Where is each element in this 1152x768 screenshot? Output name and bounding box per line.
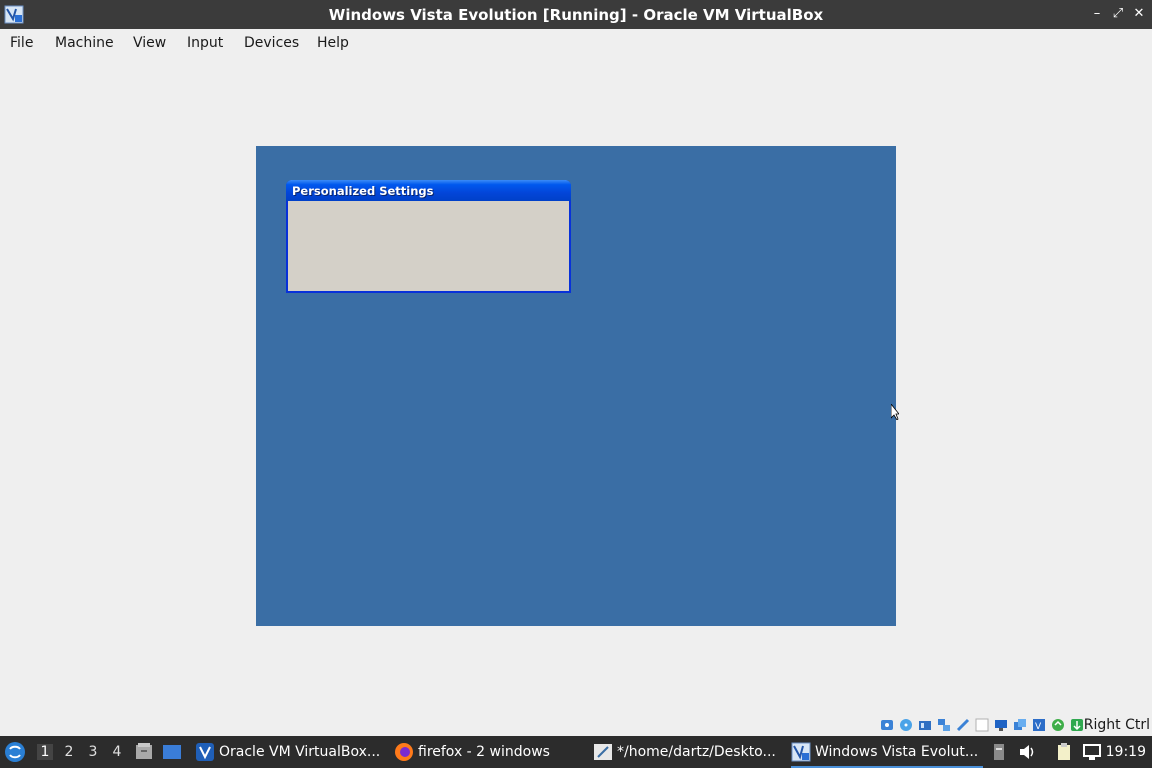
- host-key-label: Right Ctrl: [1083, 717, 1150, 733]
- video-capture-icon[interactable]: [1013, 718, 1027, 732]
- task-text-editor[interactable]: */home/dartz/Deskto...: [593, 736, 785, 768]
- menu-input[interactable]: Input: [187, 35, 223, 51]
- hard-disk-icon[interactable]: [880, 718, 894, 732]
- usb-icon[interactable]: [956, 718, 970, 732]
- task-firefox[interactable]: firefox - 2 windows: [394, 736, 584, 768]
- virtualbox-vm-icon: [791, 742, 811, 762]
- task-label: */home/dartz/Deskto...: [617, 744, 776, 760]
- workspace-3[interactable]: 3: [85, 744, 101, 760]
- taskbar: 1 2 3 4 Oracle VM VirtualBox... firefox …: [0, 736, 1152, 768]
- clipboard-icon[interactable]: [1054, 742, 1074, 762]
- storage-tray-icon[interactable]: [989, 742, 1009, 762]
- personalized-settings-dialog[interactable]: Personalized Settings: [286, 180, 571, 293]
- task-label: Windows Vista Evolut...: [815, 744, 979, 760]
- optical-drive-icon[interactable]: [899, 718, 913, 732]
- window-titlebar[interactable]: Windows Vista Evolution [Running] - Orac…: [0, 0, 1152, 29]
- dialog-body: [288, 201, 569, 291]
- task-label: firefox - 2 windows: [418, 744, 550, 760]
- dialog-title[interactable]: Personalized Settings: [286, 180, 571, 201]
- virtualization-icon[interactable]: V: [1032, 718, 1046, 732]
- volume-icon[interactable]: [1017, 742, 1037, 762]
- menu-help[interactable]: Help: [317, 35, 349, 51]
- firefox-icon: [395, 743, 413, 761]
- close-button[interactable]: ✕: [1131, 6, 1147, 22]
- restore-button[interactable]: ⤢: [1110, 6, 1126, 22]
- workspace-2[interactable]: 2: [61, 744, 77, 760]
- virtualbox-icon: [196, 743, 214, 761]
- workspace-4[interactable]: 4: [109, 744, 125, 760]
- svg-text:V: V: [1035, 722, 1042, 732]
- task-virtualbox-manager[interactable]: Oracle VM VirtualBox...: [195, 736, 385, 768]
- mouse-cursor-icon: [891, 404, 899, 420]
- workspace-1[interactable]: 1: [37, 744, 53, 760]
- text-editor-icon: [594, 744, 612, 760]
- menu-file[interactable]: File: [10, 35, 33, 51]
- menu-machine[interactable]: Machine: [55, 35, 114, 51]
- mouse-integration-icon[interactable]: [1051, 718, 1065, 732]
- start-menu-icon[interactable]: [3, 740, 27, 764]
- task-windows-vista-evolution[interactable]: Windows Vista Evolut...: [791, 736, 983, 768]
- vm-status-bar: V Right Ctrl: [872, 716, 1152, 736]
- window-title: Windows Vista Evolution [Running] - Orac…: [328, 6, 824, 24]
- minimize-button[interactable]: –: [1089, 6, 1105, 22]
- vm-guest-display[interactable]: Personalized Settings: [256, 146, 896, 626]
- menu-view[interactable]: View: [133, 35, 166, 51]
- display-icon[interactable]: [994, 718, 1008, 732]
- clock: 19:19: [1105, 744, 1146, 760]
- network-icon[interactable]: [937, 718, 951, 732]
- show-desktop-icon[interactable]: [162, 742, 182, 762]
- menu-devices[interactable]: Devices: [244, 35, 299, 51]
- task-label: Oracle VM VirtualBox...: [219, 744, 381, 760]
- menu-bar: File Machine View Input Devices Help: [0, 29, 1152, 57]
- file-manager-icon[interactable]: [134, 742, 154, 762]
- keyboard-icon[interactable]: [1070, 718, 1084, 732]
- audio-icon[interactable]: [918, 718, 932, 732]
- network-tray-icon[interactable]: [1082, 742, 1102, 762]
- shared-folders-icon[interactable]: [975, 718, 989, 732]
